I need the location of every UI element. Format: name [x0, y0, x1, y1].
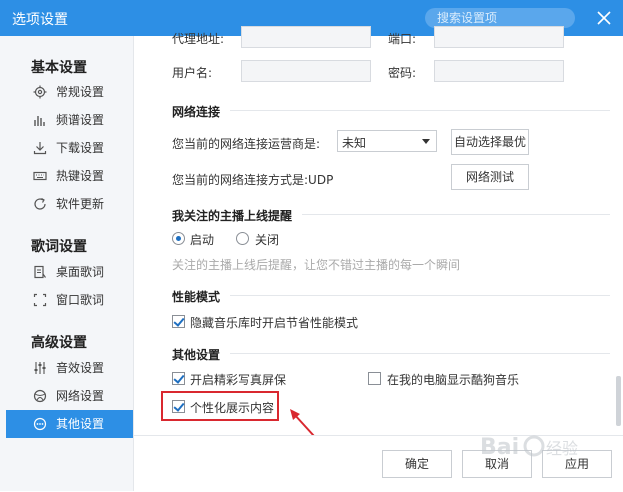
other-section-title: 其他设置	[172, 348, 221, 362]
network-section-title: 网络连接	[172, 105, 221, 119]
sidebar-item-window-lyrics[interactable]: 窗口歌词	[6, 286, 133, 314]
sidebar-item-label: 桌面歌词	[56, 265, 105, 279]
sidebar-item-label: 常规设置	[56, 85, 105, 99]
close-icon[interactable]	[596, 10, 612, 26]
svg-text:Bai: Bai	[480, 435, 519, 460]
sidebar-item-update[interactable]: 软件更新	[6, 190, 133, 218]
carrier-label: 您当前的网络连接运营商是:	[172, 137, 321, 151]
proxy-username-label: 用户名:	[172, 66, 213, 80]
connection-method-label: 您当前的网络连接方式是:UDP	[172, 173, 334, 187]
proxy-address-label: 代理地址:	[172, 32, 225, 46]
sidebar-item-label: 网络设置	[56, 389, 105, 403]
network-test-button[interactable]: 网络测试	[451, 164, 529, 190]
divider	[230, 295, 610, 296]
settings-content: 代理地址: 端口: 用户名: 密码: 网络连接 您当前的网络连接运营商是: 未知…	[134, 26, 623, 491]
more-icon	[33, 417, 47, 431]
proxy-address-input[interactable]	[241, 26, 371, 48]
anchor-section-title: 我关注的主播上线提醒	[172, 209, 293, 223]
sidebar-item-general[interactable]: 常规设置	[6, 78, 133, 106]
carrier-value: 未知	[342, 136, 367, 150]
sidebar-item-sound-effects[interactable]: 音效设置	[6, 354, 133, 382]
anchor-hint: 关注的主播上线后提醒，让您不错过主播的每一个瞬间	[172, 258, 461, 272]
proxy-port-label: 端口:	[388, 32, 417, 46]
group-advanced: 高级设置	[31, 335, 87, 351]
keyboard-icon	[33, 171, 47, 181]
carrier-select[interactable]: 未知	[337, 130, 437, 152]
sidebar-item-desktop-lyrics[interactable]: 桌面歌词	[6, 258, 133, 286]
sidebar-item-spectrum[interactable]: 频谱设置	[6, 106, 133, 134]
group-basic: 基本设置	[31, 60, 87, 76]
ok-button[interactable]: 确定	[382, 450, 452, 478]
sidebar-item-label: 下载设置	[56, 141, 105, 155]
svg-text:经验: 经验	[546, 439, 578, 458]
performance-section-title: 性能模式	[172, 290, 221, 304]
sidebar-item-label: 其他设置	[56, 417, 105, 431]
performance-mode-checkbox[interactable]	[172, 315, 185, 328]
chevron-down-icon	[422, 139, 430, 144]
sidebar: 基本设置 常规设置 频谱设置 下载设置 热键设置 软件更新 歌词设置 桌面歌词 …	[0, 36, 134, 491]
proxy-password-input[interactable]	[434, 60, 564, 82]
divider	[230, 110, 610, 111]
anchor-off-label: 关闭	[255, 233, 280, 247]
window-lyrics-icon	[33, 293, 47, 307]
download-icon	[33, 142, 47, 155]
sidebar-item-label: 热键设置	[56, 169, 105, 183]
group-lyrics: 歌词设置	[31, 239, 87, 255]
sidebar-item-download[interactable]: 下载设置	[6, 134, 133, 162]
screensaver-label: 开启精彩写真屏保	[190, 373, 287, 387]
sidebar-item-label: 窗口歌词	[56, 293, 105, 307]
window-title: 选项设置	[12, 12, 68, 28]
proxy-port-input[interactable]	[434, 26, 564, 48]
show-in-my-computer-label: 在我的电脑显示酷狗音乐	[387, 373, 520, 387]
sidebar-item-label: 音效设置	[56, 361, 105, 375]
update-icon	[34, 197, 46, 210]
spectrum-icon	[34, 116, 45, 126]
screensaver-checkbox[interactable]	[172, 372, 185, 385]
sidebar-item-hotkey[interactable]: 热键设置	[6, 162, 133, 190]
highlight-box	[161, 391, 279, 421]
anchor-on-label: 启动	[190, 233, 215, 247]
anchor-off-radio[interactable]	[236, 232, 249, 245]
settings-search-input[interactable]: 搜索设置项	[425, 8, 575, 28]
gear-icon	[33, 85, 47, 99]
anchor-on-radio[interactable]	[172, 232, 185, 245]
sidebar-item-other[interactable]: 其他设置	[6, 410, 133, 438]
scrollbar[interactable]	[614, 36, 623, 431]
sidebar-item-label: 频谱设置	[56, 113, 105, 127]
baidu-watermark-icon: Bai 经验	[480, 435, 578, 460]
divider	[302, 214, 610, 215]
proxy-password-label: 密码:	[388, 66, 417, 80]
performance-mode-label: 隐藏音乐库时开启节省性能模式	[190, 316, 359, 330]
show-in-my-computer-checkbox[interactable]	[368, 372, 381, 385]
sidebar-item-network[interactable]: 网络设置	[6, 382, 133, 410]
sidebar-item-label: 软件更新	[56, 197, 105, 211]
equalizer-icon	[34, 362, 46, 374]
scrollbar-thumb[interactable]	[616, 376, 621, 426]
proxy-username-input[interactable]	[241, 60, 371, 82]
auto-select-best-button[interactable]: 自动选择最优	[451, 129, 529, 155]
globe-icon	[33, 389, 47, 403]
divider	[230, 353, 610, 354]
desktop-lyrics-icon	[34, 265, 46, 279]
